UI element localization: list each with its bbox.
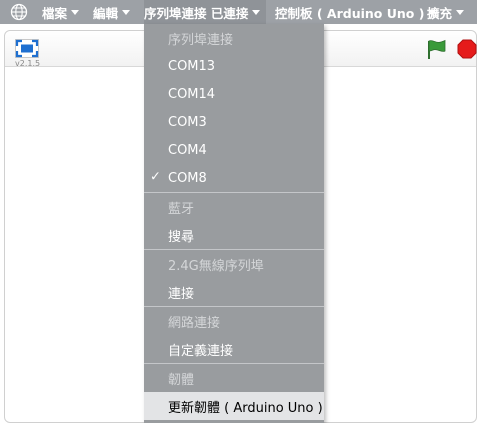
port-item-com8-label: COM8 <box>168 170 207 186</box>
fullscreen-icon[interactable] <box>15 39 39 58</box>
top-menu-bar: 檔案 編輯 序列埠連接 已連接 控制板 ( Arduino Uno ) 擴充 <box>0 0 477 24</box>
menu-serial-port-label: 序列埠連接 已連接 <box>144 5 249 21</box>
port-item-com14[interactable]: COM14 <box>144 80 324 108</box>
checkmark-icon: ✓ <box>150 169 161 185</box>
version-label: v2.1.5 <box>15 59 41 68</box>
menu-file-label: 檔案 <box>42 5 68 21</box>
menu-extensions[interactable]: 擴充 <box>427 0 465 24</box>
port-item-com3[interactable]: COM3 <box>144 108 324 136</box>
port-item-com4[interactable]: COM4 <box>144 136 324 164</box>
chevron-down-icon <box>122 9 131 15</box>
search-item[interactable]: 搜尋 <box>144 221 324 249</box>
chevron-down-icon <box>71 9 80 15</box>
wireless-header: 2.4G無線序列埠 <box>168 258 264 274</box>
language-globe-icon[interactable] <box>10 3 28 21</box>
menu-edit-label: 編輯 <box>93 5 119 21</box>
chevron-down-icon <box>456 9 465 15</box>
custom-connect-item[interactable]: 自定義連接 <box>144 335 324 363</box>
port-item-com13[interactable]: COM13 <box>144 52 324 80</box>
menu-file[interactable]: 檔案 <box>42 0 80 24</box>
update-firmware-item[interactable]: 更新韌體 ( Arduino Uno ) <box>144 392 324 420</box>
chevron-down-icon <box>252 9 261 15</box>
port-item-com8[interactable]: ✓ COM8 <box>144 164 324 192</box>
network-header: 網路連接 <box>168 315 221 331</box>
menu-edit[interactable]: 編輯 <box>93 0 131 24</box>
serial-port-dropdown: 序列埠連接 COM13 COM14 COM3 COM4 ✓ COM8 藍牙 搜尋… <box>144 24 324 423</box>
menu-board-label: 控制板 ( Arduino Uno ) <box>275 5 425 21</box>
menu-extensions-label: 擴充 <box>427 5 453 21</box>
menu-board[interactable]: 控制板 ( Arduino Uno ) <box>275 0 437 24</box>
firmware-header: 韌體 <box>168 372 195 388</box>
connect-item[interactable]: 連接 <box>144 278 324 306</box>
menu-serial-port[interactable]: 序列埠連接 已連接 <box>144 0 267 24</box>
stop-sign-icon[interactable] <box>457 39 477 59</box>
serial-header: 序列埠連接 <box>168 32 234 48</box>
green-flag-icon[interactable] <box>425 38 447 60</box>
bluetooth-header: 藍牙 <box>168 201 195 217</box>
